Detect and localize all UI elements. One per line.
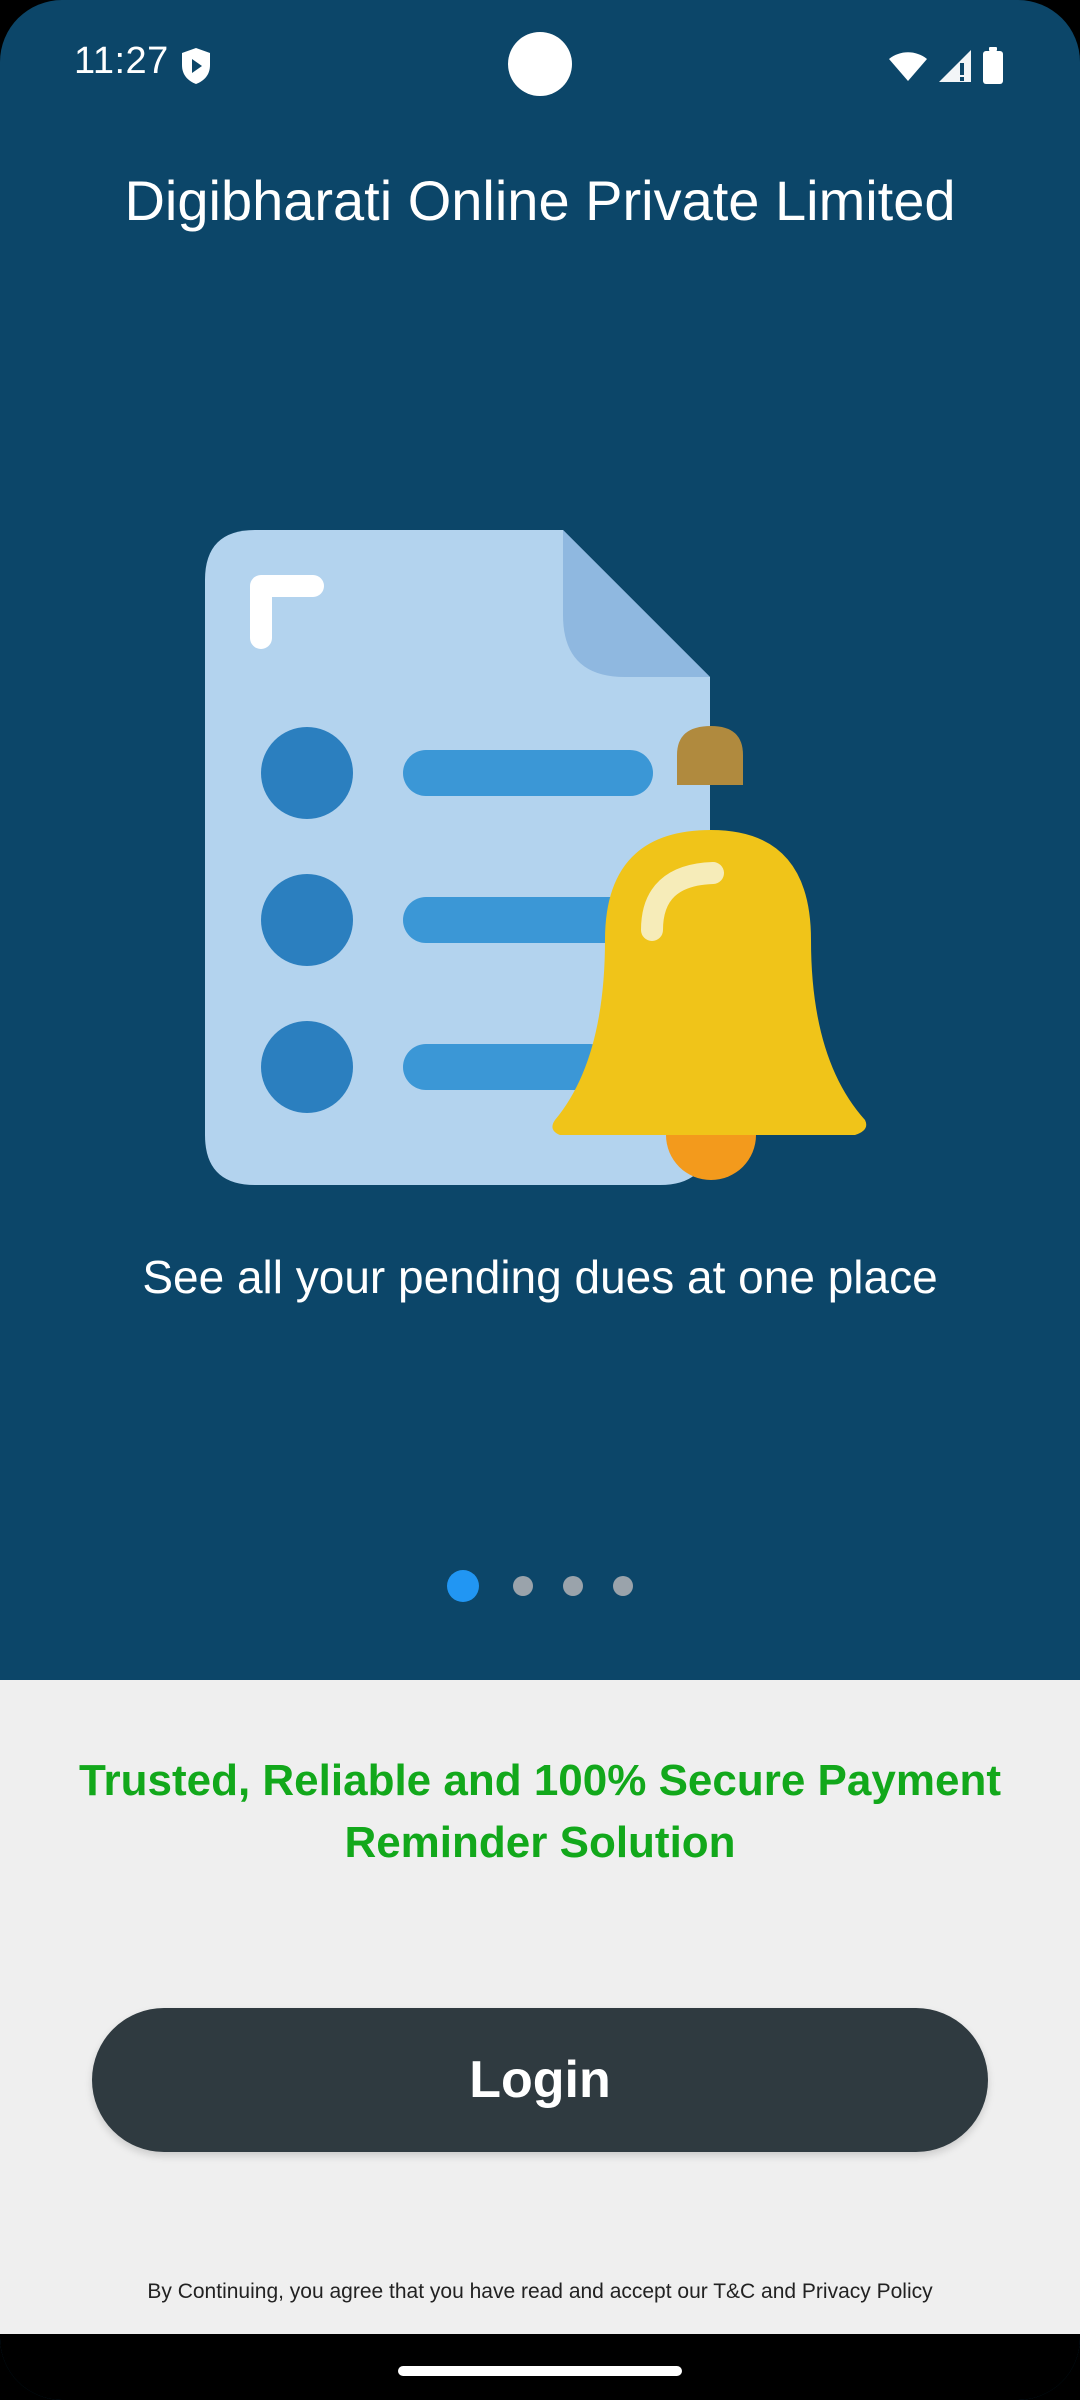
status-icons <box>888 46 1004 86</box>
status-bar: 11:27 <box>0 0 1080 130</box>
bottom-panel: Trusted, Reliable and 100% Secure Paymen… <box>0 1680 1080 2334</box>
status-time: 11:27 <box>74 40 169 82</box>
tagline: Trusted, Reliable and 100% Secure Paymen… <box>79 1756 1001 1867</box>
login-button[interactable]: Login <box>92 2008 988 2152</box>
battery-icon <box>983 47 1003 84</box>
page-indicator[interactable] <box>0 1568 1080 1604</box>
camera-cutout <box>508 32 572 96</box>
company-title: Digibharati Online Private Limited <box>124 169 956 232</box>
terms-disclaimer[interactable]: By Continuing, you agree that you have r… <box>0 2280 1080 2304</box>
onboarding-screen: 11:27 Digibharati Online Private Limited <box>0 0 1080 2400</box>
page-dot[interactable] <box>563 1576 583 1596</box>
page-dot[interactable] <box>613 1576 633 1596</box>
shield-icon <box>182 48 210 84</box>
signal-icon <box>939 50 971 82</box>
document-bell-illustration <box>205 530 867 1185</box>
page-dot[interactable] <box>513 1576 533 1596</box>
navigation-bar <box>0 2334 1080 2400</box>
page-dot-active[interactable] <box>447 1570 479 1602</box>
slide-caption: See all your pending dues at one place <box>142 1251 938 1303</box>
home-indicator[interactable] <box>398 2366 682 2376</box>
wifi-icon <box>889 52 927 81</box>
